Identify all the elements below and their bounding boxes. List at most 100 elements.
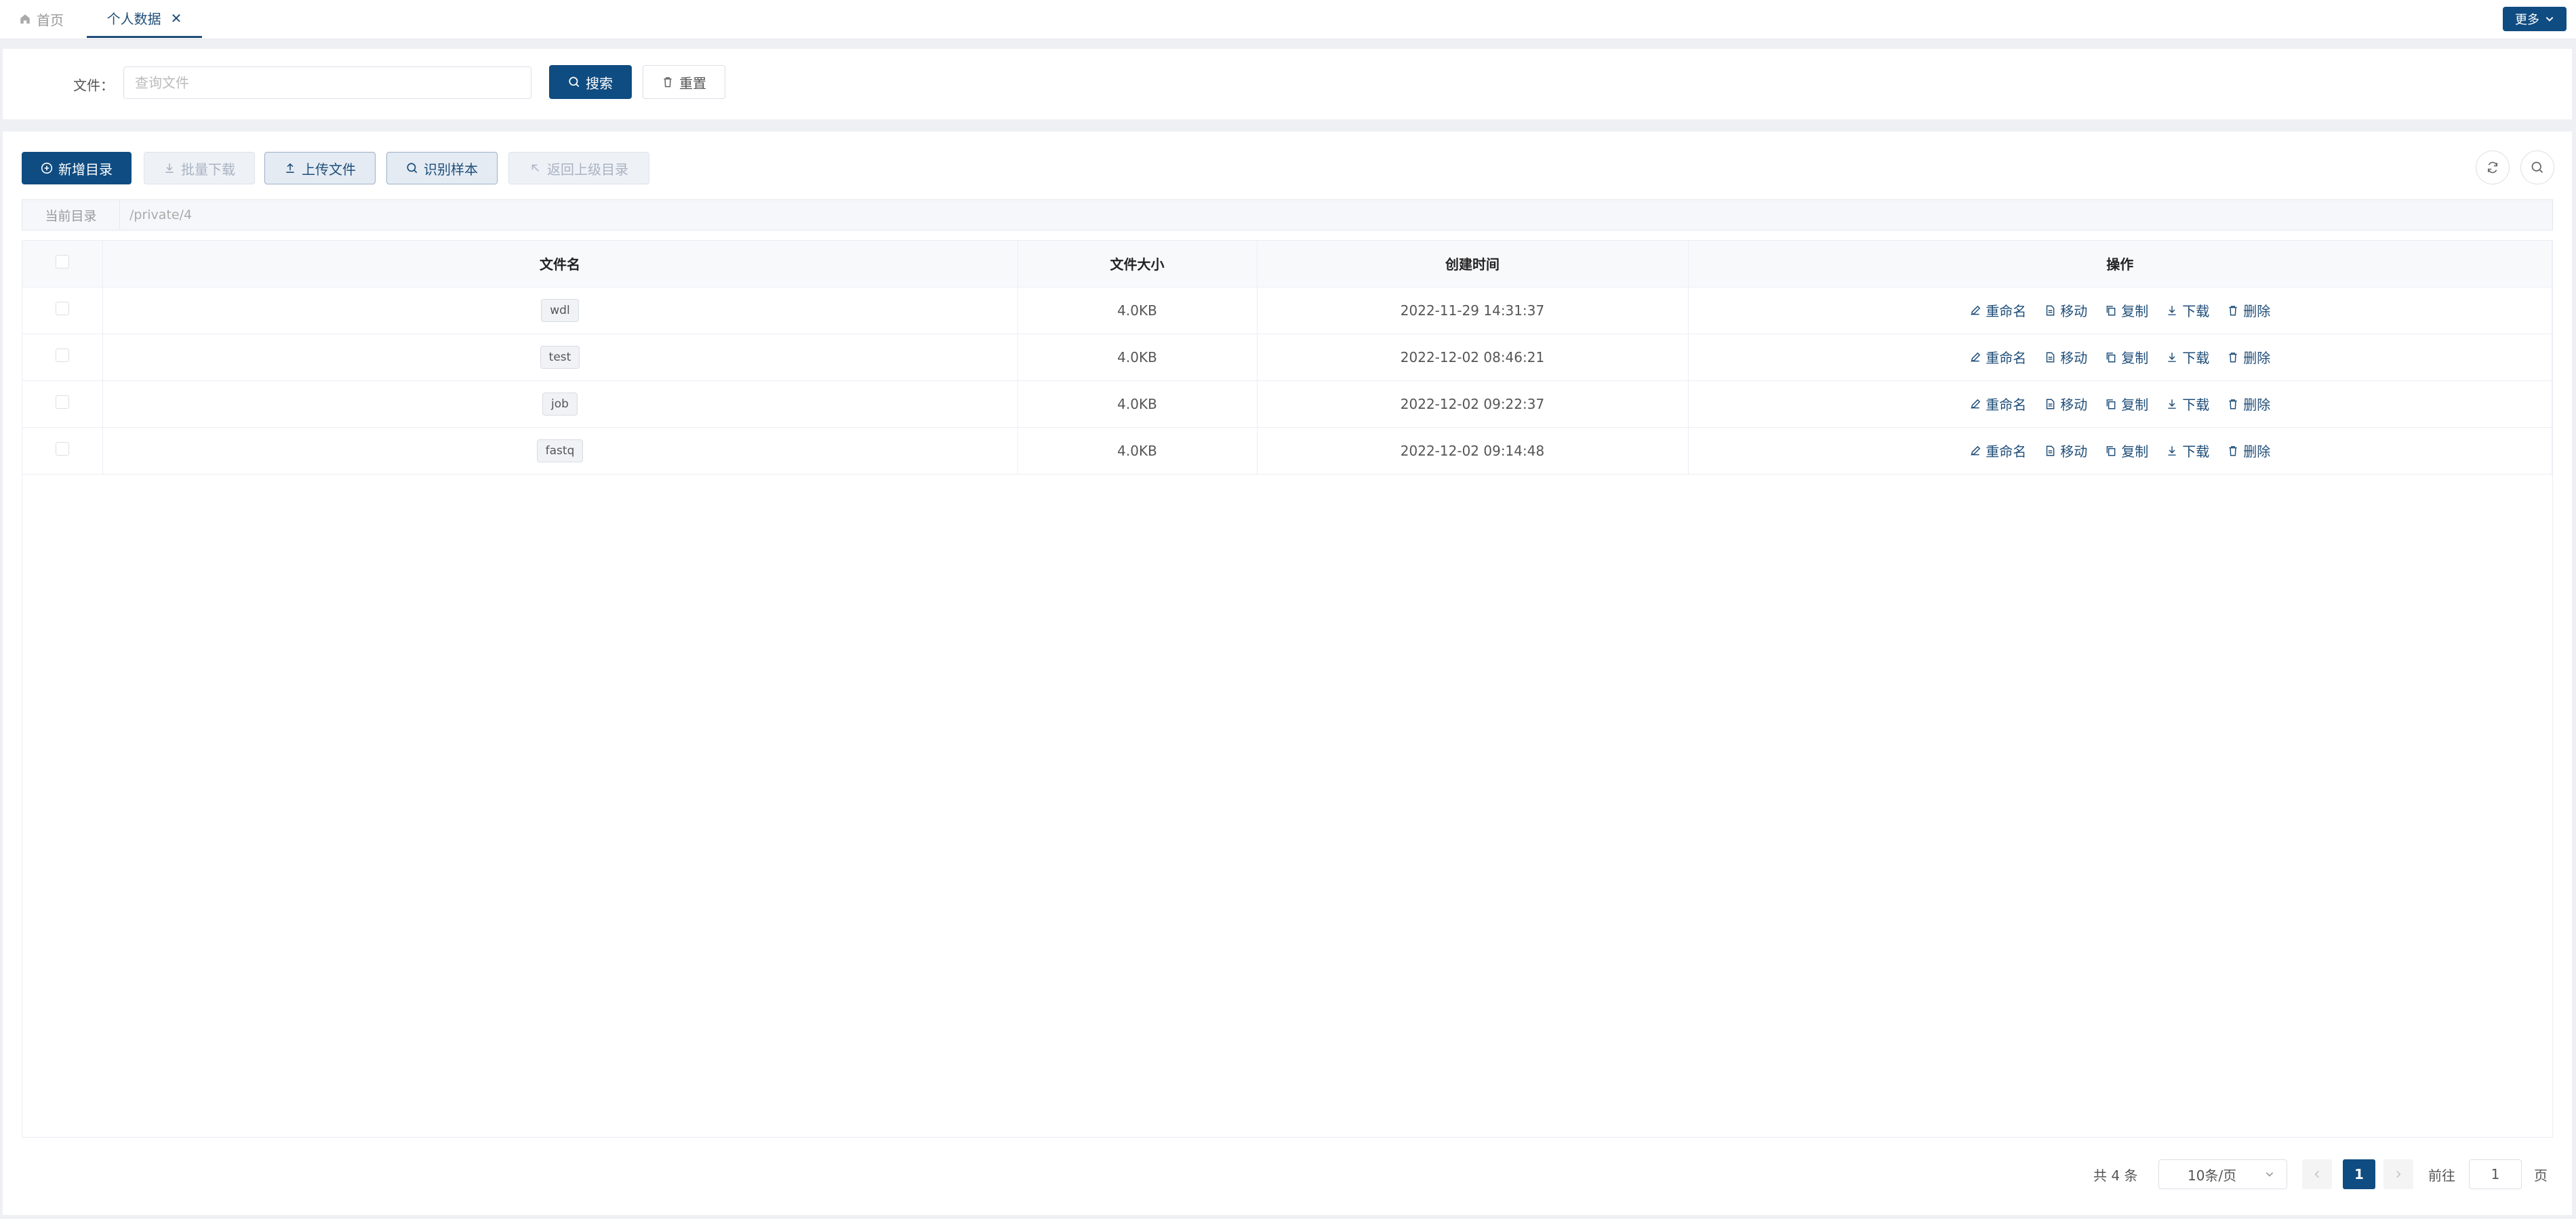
download-icon: [2168, 352, 2176, 362]
download-action[interactable]: 下载: [2166, 441, 2209, 460]
current-directory-bar: 当前目录 /private/4: [22, 199, 2553, 231]
file-name-cell: test: [102, 334, 1018, 381]
download-icon: [2168, 399, 2176, 409]
page-size-value: 10条/页: [2188, 1167, 2237, 1184]
delete-action[interactable]: 删除: [2227, 441, 2270, 460]
tab-bar: 首页 个人数据 ✕ 更多: [0, 0, 2576, 39]
row-checkbox[interactable]: [55, 442, 69, 456]
rename-action[interactable]: 重命名: [1969, 347, 2026, 367]
upload-icon: [286, 163, 294, 173]
header-actions: 操作: [1688, 241, 2552, 287]
file-search-input[interactable]: [123, 66, 531, 99]
upload-file-button[interactable]: 上传文件: [264, 152, 376, 184]
row-checkbox[interactable]: [55, 395, 69, 409]
search-button[interactable]: 搜索: [549, 65, 632, 99]
row-select-cell: [22, 287, 103, 334]
page-unit-label: 页: [2534, 1167, 2548, 1184]
copy-action[interactable]: 复制: [2105, 347, 2148, 367]
move-action-label: 移动: [2060, 350, 2088, 366]
actions-cell: 重命名 移动 复制 下载 删除: [1688, 380, 2552, 428]
file-name-tag[interactable]: wdl: [541, 298, 579, 322]
page-size-select[interactable]: 10条/页: [2158, 1159, 2287, 1189]
move-action[interactable]: 移动: [2044, 347, 2087, 367]
search-icon: [407, 163, 418, 174]
row-checkbox[interactable]: [55, 348, 69, 362]
goto-page-input[interactable]: 1: [2469, 1159, 2522, 1189]
return-parent-label: 返回上级目录: [547, 161, 628, 178]
reset-button[interactable]: 重置: [643, 65, 725, 99]
move-action[interactable]: 移动: [2044, 441, 2087, 460]
new-directory-button[interactable]: 新增目录: [22, 152, 132, 184]
move-action-label: 移动: [2060, 303, 2088, 319]
table-row: job 4.0KB 2022-12-02 09:22:37 重命名 移动 复制 下载 删除: [22, 380, 2552, 428]
page-number-current[interactable]: 1: [2343, 1159, 2375, 1189]
row-checkbox[interactable]: [55, 302, 69, 315]
download-action-label: 下载: [2182, 350, 2210, 366]
created-time-cell: 2022-12-02 09:14:48: [1257, 427, 1689, 475]
identify-sample-button[interactable]: 识别样本: [386, 152, 498, 184]
refresh-button[interactable]: [2476, 151, 2510, 184]
trash-icon: [2229, 352, 2237, 362]
more-button[interactable]: 更多: [2503, 7, 2567, 31]
rename-action-label: 重命名: [1986, 350, 2027, 366]
search-panel: 文件： 搜索 重置: [3, 49, 2572, 119]
return-parent-button[interactable]: 返回上级目录: [508, 152, 649, 184]
rename-action[interactable]: 重命名: [1969, 441, 2026, 460]
close-icon[interactable]: ✕: [171, 10, 182, 26]
delete-action[interactable]: 删除: [2227, 347, 2270, 367]
toggle-search-button[interactable]: [2520, 151, 2554, 184]
main-panel: 新增目录 批量下载 上传文件 识别样本 返回上级目录 当前目录 /private…: [3, 132, 2572, 1215]
prev-page-button[interactable]: [2302, 1159, 2332, 1189]
more-label: 更多: [2515, 13, 2539, 27]
download-icon: [165, 163, 174, 173]
delete-action[interactable]: 删除: [2227, 394, 2270, 414]
tab-home[interactable]: 首页: [19, 0, 64, 38]
created-time-cell: 2022-12-02 09:22:37: [1257, 380, 1689, 428]
document-icon: [2047, 352, 2055, 362]
row-select-cell: [22, 334, 103, 381]
rename-action[interactable]: 重命名: [1969, 394, 2026, 414]
copy-action[interactable]: 复制: [2105, 394, 2148, 414]
rename-action[interactable]: 重命名: [1969, 300, 2026, 320]
select-all-checkbox[interactable]: [55, 255, 69, 269]
download-action-label: 下载: [2182, 397, 2210, 413]
row-actions: 重命名 移动 复制 下载 删除: [1689, 394, 2552, 414]
download-action-label: 下载: [2182, 443, 2210, 460]
copy-action[interactable]: 复制: [2105, 300, 2148, 320]
table-header-row: 文件名 文件大小 创建时间 操作: [22, 241, 2552, 287]
move-action-label: 移动: [2060, 397, 2088, 413]
next-page-button[interactable]: [2383, 1159, 2413, 1189]
batch-download-button[interactable]: 批量下载: [144, 152, 255, 184]
move-action-label: 移动: [2060, 443, 2088, 460]
delete-action-label: 删除: [2243, 443, 2271, 460]
chevron-down-icon: [2266, 1172, 2274, 1177]
file-name-tag[interactable]: fastq: [536, 439, 584, 462]
row-select-cell: [22, 427, 103, 475]
copy-action-label: 复制: [2121, 397, 2149, 413]
tab-home-label: 首页: [37, 12, 64, 28]
header-created-time: 创建时间: [1257, 241, 1689, 287]
download-action[interactable]: 下载: [2166, 394, 2209, 414]
upload-file-label: 上传文件: [302, 161, 356, 178]
edit-icon: [1971, 352, 1981, 362]
copy-action-label: 复制: [2121, 350, 2149, 366]
trash-icon: [2229, 399, 2237, 409]
row-actions: 重命名 移动 复制 下载 删除: [1689, 441, 2552, 460]
pagination-total: 共 4 条: [2093, 1167, 2138, 1184]
move-action[interactable]: 移动: [2044, 300, 2087, 320]
document-icon: [2047, 305, 2055, 315]
delete-action[interactable]: 删除: [2227, 300, 2270, 320]
table-row: test 4.0KB 2022-12-02 08:46:21 重命名 移动 复制 下载 删除: [22, 334, 2552, 381]
file-name-tag[interactable]: test: [540, 345, 580, 369]
tab-personal-data[interactable]: 个人数据 ✕: [87, 0, 202, 38]
move-action[interactable]: 移动: [2044, 394, 2087, 414]
search-icon: [2531, 161, 2543, 174]
download-action[interactable]: 下载: [2166, 300, 2209, 320]
file-name-cell: fastq: [102, 427, 1018, 475]
file-name-tag[interactable]: job: [542, 392, 578, 416]
download-action[interactable]: 下载: [2166, 347, 2209, 367]
table-row: wdl 4.0KB 2022-11-29 14:31:37 重命名 移动 复制 下载 删除: [22, 287, 2552, 334]
copy-action[interactable]: 复制: [2105, 441, 2148, 460]
tab-personal-data-label: 个人数据: [106, 11, 161, 27]
download-icon: [2168, 445, 2176, 456]
